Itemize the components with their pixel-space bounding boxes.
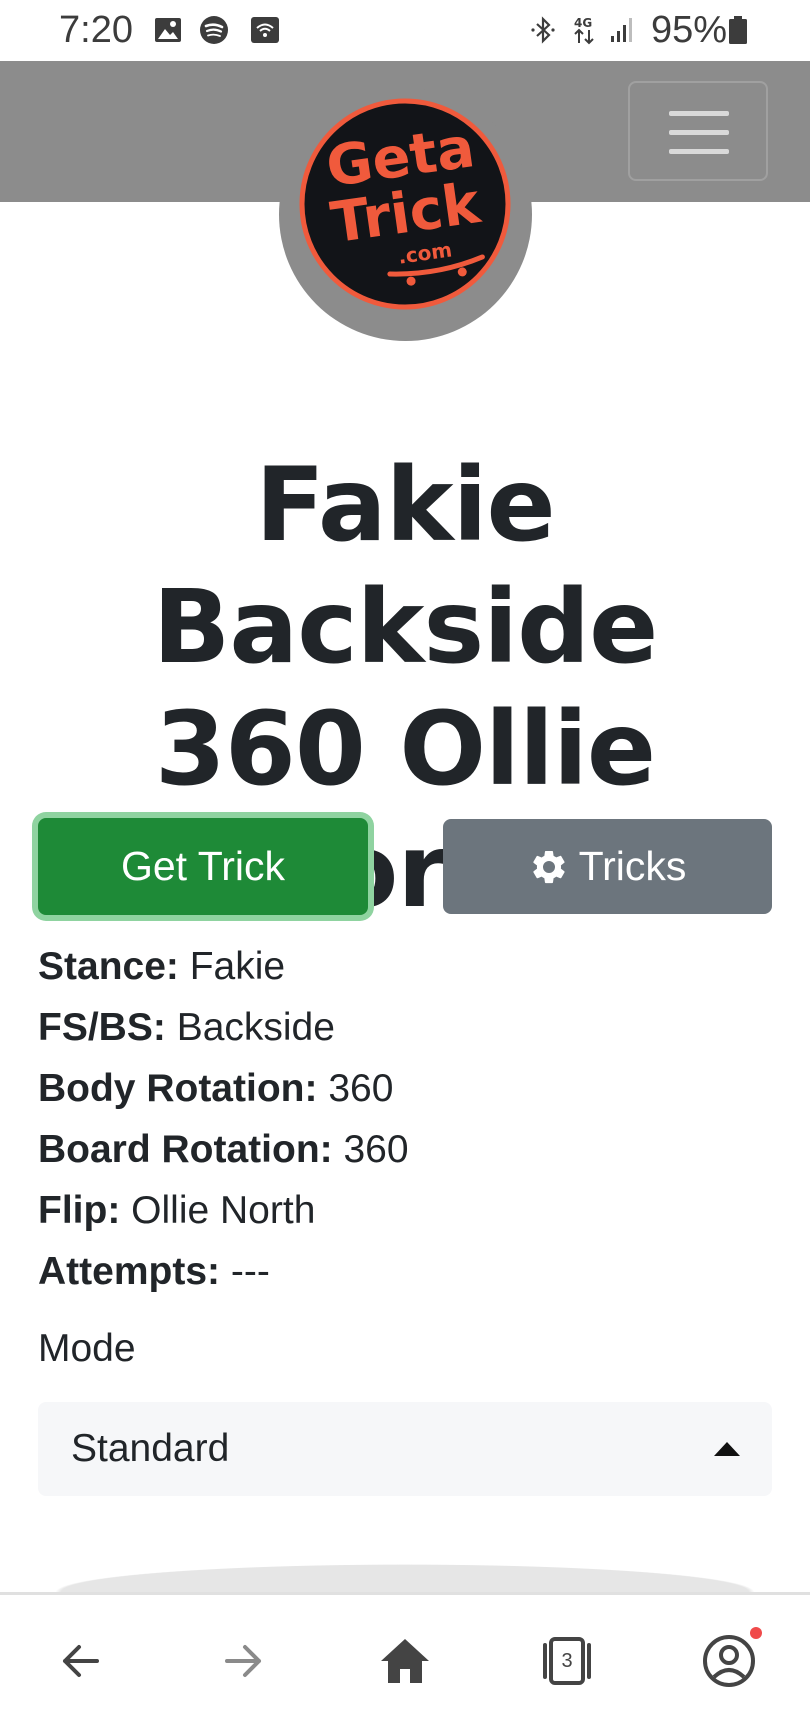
tricks-button-label: Tricks [578,843,687,889]
hamburger-line [669,149,729,154]
4g-icon: 4G [574,16,594,45]
tabs-count: 3 [561,1650,573,1672]
battery-percentage: 95% [651,9,728,51]
detail-value: --- [230,1250,270,1293]
battery-icon [729,16,747,44]
mode-label: Mode [38,1327,136,1370]
signal-icon [611,18,632,42]
detail-value: 360 [328,1067,394,1110]
hamburger-line [669,111,729,116]
detail-value: 360 [343,1128,409,1171]
browser-bottom-nav: 3 [0,1592,810,1717]
account-icon[interactable] [701,1633,757,1689]
detail-label: Attempts: [38,1250,220,1293]
get-trick-button[interactable]: Get Trick [38,818,368,915]
detail-label: FS/BS: [38,1006,166,1049]
detail-attempts: Attempts: --- [38,1241,409,1302]
caret-up-icon [714,1442,740,1456]
mode-selected-value: Standard [71,1427,230,1470]
gear-icon [532,850,565,883]
gallery-icon [155,18,181,42]
wifi-calling-icon [251,17,279,43]
detail-flip: Flip: Ollie North [38,1180,409,1241]
detail-label: Flip: [38,1189,121,1232]
menu-toggle-button[interactable] [628,81,768,181]
detail-fs-bs: FS/BS: Backside [38,997,409,1058]
trick-title-line-1: Fakie Backside [152,446,659,687]
detail-board-rotation: Board Rotation: 360 [38,1119,409,1180]
hamburger-line [669,130,729,135]
detail-value: Backside [176,1006,335,1049]
spotify-icon [200,16,228,44]
tricks-settings-button[interactable]: Tricks [443,819,772,914]
detail-value: Ollie North [131,1189,316,1232]
mode-select[interactable]: Standard [38,1402,772,1496]
tabs-button[interactable]: 3 [539,1633,595,1689]
detail-label: Board Rotation: [38,1128,333,1171]
bottom-sheet-edge [0,1560,810,1592]
detail-stance: Stance: Fakie [38,936,409,997]
status-time: 7:20 [59,9,133,51]
bluetooth-icon [531,16,555,44]
trick-details: Stance: Fakie FS/BS: Backside Body Rotat… [38,936,409,1302]
detail-value: Fakie [189,945,286,988]
getatrick-logo[interactable]: Geta Trick .com [298,92,513,322]
back-arrow-icon[interactable] [53,1633,109,1689]
detail-label: Body Rotation: [38,1067,318,1110]
home-icon[interactable] [377,1633,433,1689]
forward-arrow-icon[interactable] [215,1633,271,1689]
status-bar: 7:20 4G 95% [0,0,810,61]
svg-text:4G: 4G [574,16,592,30]
detail-label: Stance: [38,945,179,988]
notification-dot [750,1627,762,1639]
detail-body-rotation: Body Rotation: 360 [38,1058,409,1119]
